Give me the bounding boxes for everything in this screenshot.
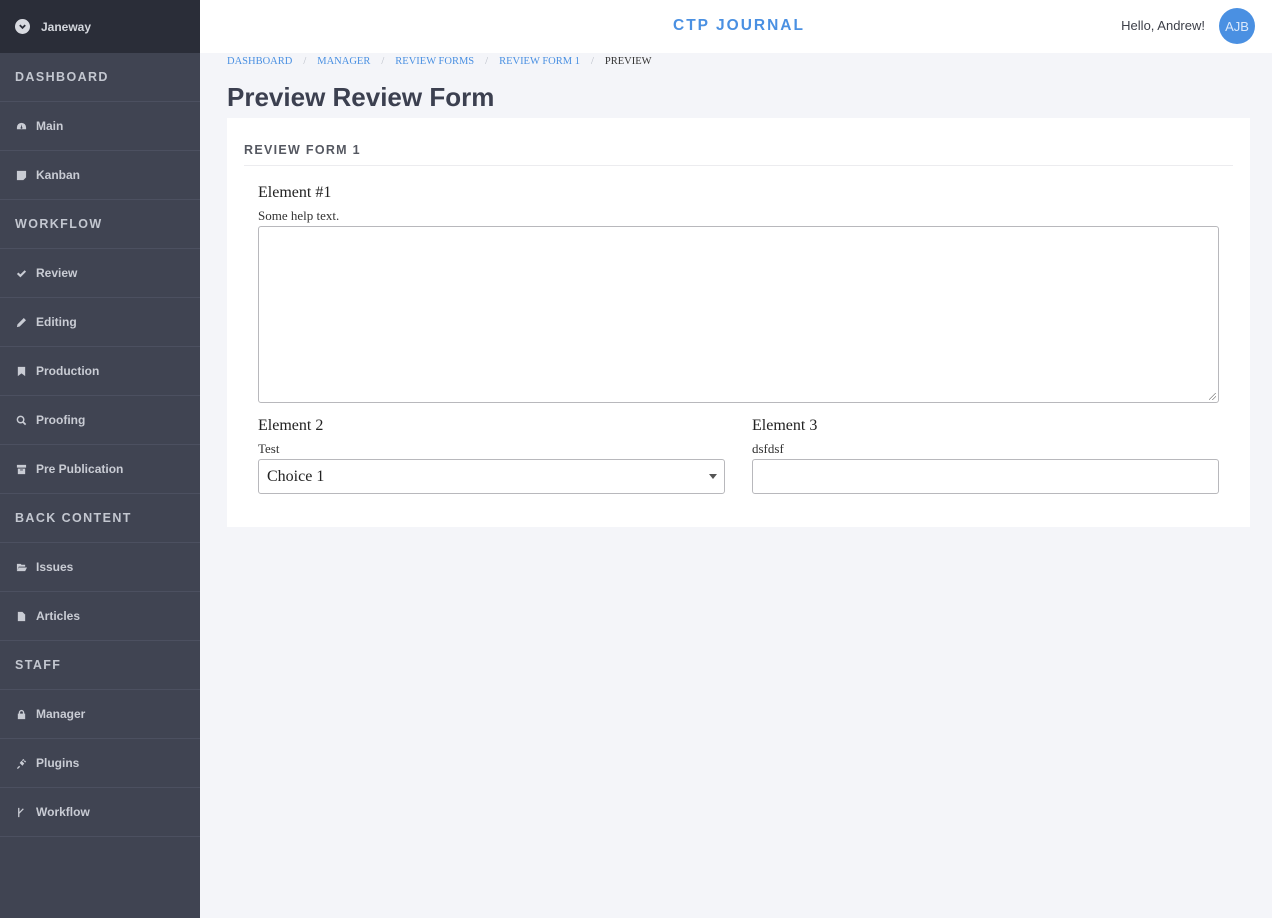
sidebar: Janeway DASHBOARD Main Kanban WORKFLOW R… (0, 0, 200, 918)
sidebar-item-manager[interactable]: Manager (0, 690, 200, 739)
element2-label: Element 2 (258, 417, 324, 434)
sidebar-brand[interactable]: Janeway (0, 0, 200, 53)
element3-input[interactable] (752, 459, 1219, 494)
sidebar-item-label: Kanban (36, 168, 81, 182)
journal-title[interactable]: CTP JOURNAL (673, 17, 805, 35)
sidebar-item-label: Review (36, 266, 78, 280)
pencil-icon (15, 316, 27, 328)
sidebar-item-label: Pre Publication (36, 462, 124, 476)
section-staff: STAFF (0, 641, 200, 690)
sidebar-item-label: Production (36, 364, 100, 378)
top-header: CTP JOURNAL Hello, Andrew! AJB (200, 0, 1272, 53)
element1-help: Some help text. (258, 208, 340, 223)
sidebar-item-label: Workflow (36, 805, 90, 819)
sidebar-item-workflow[interactable]: Workflow (0, 788, 200, 837)
breadcrumb-review-form-1[interactable]: REVIEW FORM 1 (499, 56, 580, 67)
breadcrumb-separator: / (485, 55, 489, 67)
sidebar-item-proofing[interactable]: Proofing (0, 396, 200, 445)
section-workflow: WORKFLOW (0, 200, 200, 249)
section-back-content: BACK CONTENT (0, 494, 200, 543)
sidebar-item-issues[interactable]: Issues (0, 543, 200, 592)
sidebar-item-articles[interactable]: Articles (0, 592, 200, 641)
bookmark-icon (15, 365, 27, 377)
breadcrumb: DASHBOARD / MANAGER / REVIEW FORMS / REV… (227, 54, 652, 68)
breadcrumb-separator: / (303, 55, 307, 67)
element2-help: Test (258, 441, 280, 456)
sticky-note-icon (15, 169, 27, 181)
file-icon (15, 610, 27, 622)
breadcrumb-manager[interactable]: MANAGER (317, 56, 370, 67)
element1-label: Element #1 (258, 184, 332, 201)
branch-icon (15, 806, 27, 818)
sidebar-item-label: Plugins (36, 756, 80, 770)
divider (244, 165, 1233, 166)
sidebar-item-main[interactable]: Main (0, 102, 200, 151)
element1-textarea[interactable] (258, 226, 1219, 403)
search-icon (15, 414, 27, 426)
chevron-down-circle-icon (15, 19, 30, 34)
caret-down-icon (709, 474, 717, 479)
plug-icon (15, 757, 27, 769)
sidebar-item-plugins[interactable]: Plugins (0, 739, 200, 788)
element2-select[interactable]: Choice 1 (258, 459, 725, 494)
element2-selected-value: Choice 1 (267, 467, 325, 485)
avatar[interactable]: AJB (1219, 8, 1255, 44)
user-greeting: Hello, Andrew! (1121, 18, 1205, 33)
resize-handle[interactable] (1209, 393, 1216, 400)
section-dashboard: DASHBOARD (0, 53, 200, 102)
element3-label: Element 3 (752, 417, 818, 434)
breadcrumb-separator: / (381, 55, 385, 67)
breadcrumb-separator: / (590, 55, 594, 67)
sidebar-item-production[interactable]: Production (0, 347, 200, 396)
panel-title: REVIEW FORM 1 (244, 143, 361, 157)
check-icon (15, 267, 27, 279)
sidebar-item-label: Articles (36, 609, 81, 623)
brand-name: Janeway (41, 19, 92, 34)
sidebar-item-label: Main (36, 119, 64, 133)
breadcrumb-review-forms[interactable]: REVIEW FORMS (395, 56, 474, 67)
sidebar-item-label: Proofing (36, 413, 86, 427)
breadcrumb-dashboard[interactable]: DASHBOARD (227, 56, 292, 67)
breadcrumb-current: PREVIEW (604, 55, 652, 67)
dashboard-icon (15, 120, 27, 132)
element3-help: dsfdsf (752, 441, 784, 456)
sidebar-item-kanban[interactable]: Kanban (0, 151, 200, 200)
page-title: Preview Review Form (227, 82, 495, 112)
sidebar-item-label: Issues (36, 560, 74, 574)
sidebar-item-pre-publication[interactable]: Pre Publication (0, 445, 200, 494)
archive-icon (15, 463, 27, 475)
lock-icon (15, 708, 27, 720)
review-form-panel: REVIEW FORM 1 Element #1 Some help text.… (227, 118, 1250, 527)
sidebar-item-editing[interactable]: Editing (0, 298, 200, 347)
sidebar-item-label: Editing (36, 315, 77, 329)
sidebar-item-label: Manager (36, 707, 86, 721)
folder-open-icon (15, 561, 27, 573)
sidebar-item-review[interactable]: Review (0, 249, 200, 298)
